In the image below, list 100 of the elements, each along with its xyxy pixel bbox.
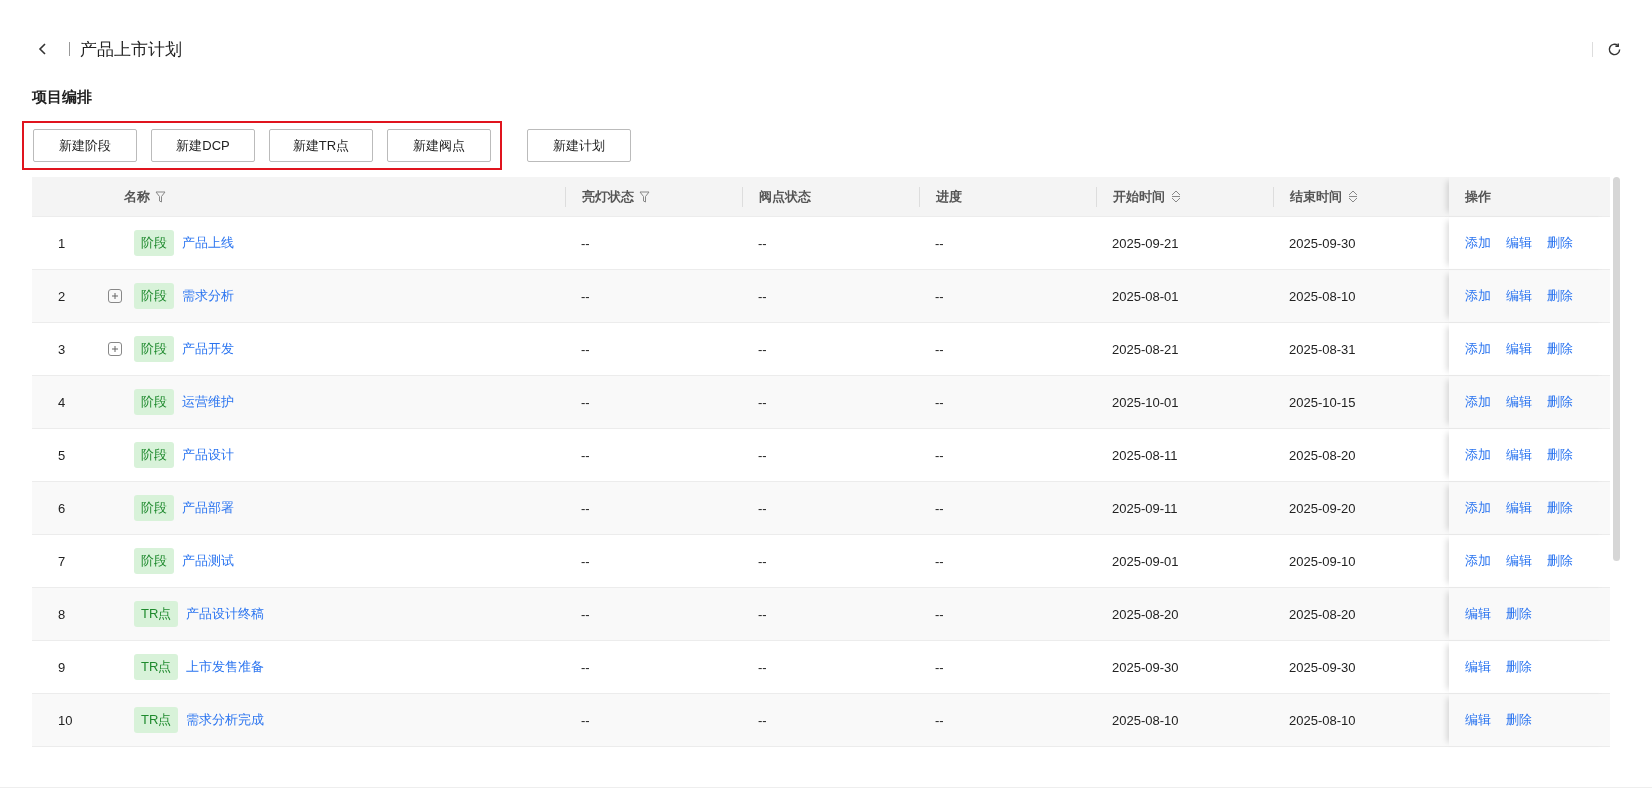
action-link[interactable]: 添加 [1465,393,1491,411]
type-tag: 阶段 [134,389,174,415]
create-button[interactable]: 新建TR点 [269,129,373,162]
action-link[interactable]: 添加 [1465,287,1491,305]
table-cell: -- [935,712,944,728]
table-cell: 2025-09-11 [1112,500,1178,516]
action-link[interactable]: 编辑 [1506,340,1532,358]
sort-icon[interactable] [1348,190,1358,203]
table-cell: -- [581,659,590,675]
item-link[interactable]: 需求分析 [182,287,234,305]
action-link[interactable]: 删除 [1547,552,1573,570]
item-link[interactable]: 产品开发 [182,340,234,358]
filter-icon[interactable] [639,190,650,203]
action-link[interactable]: 编辑 [1465,658,1491,676]
item-link[interactable]: 运营维护 [182,393,234,411]
table-cell: -- [935,341,944,357]
table-cell: -- [581,235,590,251]
action-link[interactable]: 编辑 [1465,605,1491,623]
create-button[interactable]: 新建计划 [527,129,631,162]
row-number: 5 [58,447,66,463]
action-link[interactable]: 删除 [1547,340,1573,358]
table-cell: 2025-10-01 [1112,394,1179,410]
item-link[interactable]: 产品上线 [182,234,234,252]
table-cell: 2025-08-01 [1112,288,1179,304]
action-link[interactable]: 删除 [1506,658,1532,676]
column-header: 操作 [1465,187,1491,206]
create-button[interactable]: 新建DCP [151,129,255,162]
action-link[interactable]: 添加 [1465,340,1491,358]
action-link[interactable]: 删除 [1547,234,1573,252]
action-link[interactable]: 编辑 [1506,234,1532,252]
scrollbar[interactable] [1613,177,1620,561]
column-header: 阀点状态 [759,187,811,206]
table-cell: 2025-08-20 [1289,447,1356,463]
table-cell: -- [758,394,767,410]
row-number: 6 [58,500,66,516]
table-cell: -- [935,500,944,516]
column-header: 结束时间 [1290,187,1342,206]
table-cell: -- [758,235,767,251]
table-cell: -- [935,659,944,675]
item-link[interactable]: 产品测试 [182,552,234,570]
table-cell: 2025-08-11 [1112,447,1178,463]
row-number: 7 [58,553,66,569]
table-cell: -- [758,553,767,569]
create-button[interactable]: 新建阀点 [387,129,491,162]
expand-icon[interactable] [108,342,122,356]
column-header: 名称 [124,187,150,206]
type-tag: 阶段 [134,230,174,256]
row-number: 9 [58,659,66,675]
table-cell: 2025-09-21 [1112,235,1179,251]
table-cell: -- [581,712,590,728]
expand-icon[interactable] [108,289,122,303]
action-link[interactable]: 添加 [1465,552,1491,570]
action-link[interactable]: 编辑 [1506,552,1532,570]
sort-icon[interactable] [1171,190,1181,203]
table-cell: 2025-08-10 [1289,712,1356,728]
action-link[interactable]: 删除 [1547,393,1573,411]
action-link[interactable]: 删除 [1506,605,1532,623]
table-cell: -- [935,288,944,304]
action-link[interactable]: 删除 [1506,711,1532,729]
action-link[interactable]: 删除 [1547,499,1573,517]
create-button[interactable]: 新建阶段 [33,129,137,162]
action-link[interactable]: 添加 [1465,499,1491,517]
action-link[interactable]: 添加 [1465,446,1491,464]
table-cell: -- [758,341,767,357]
table-cell: 2025-10-15 [1289,394,1356,410]
table-cell: 2025-08-10 [1289,288,1356,304]
action-link[interactable]: 编辑 [1506,446,1532,464]
table-cell: -- [935,394,944,410]
row-number: 4 [58,394,66,410]
item-link[interactable]: 产品部署 [182,499,234,517]
table-cell: 2025-09-30 [1112,659,1179,675]
row-number: 10 [58,712,73,728]
table-cell: -- [581,394,590,410]
action-link[interactable]: 编辑 [1506,287,1532,305]
item-link[interactable]: 需求分析完成 [186,711,265,729]
type-tag: 阶段 [134,548,174,574]
type-tag: TR点 [134,654,179,680]
action-link[interactable]: 编辑 [1506,393,1532,411]
action-link[interactable]: 添加 [1465,234,1491,252]
action-link[interactable]: 编辑 [1465,711,1491,729]
table-cell: 2025-08-31 [1289,341,1356,357]
table-cell: -- [581,341,590,357]
action-link[interactable]: 删除 [1547,446,1573,464]
action-link[interactable]: 删除 [1547,287,1573,305]
table-cell: -- [581,606,590,622]
item-link[interactable]: 上市发售准备 [186,658,265,676]
filter-icon[interactable] [155,190,166,203]
table-cell: -- [581,500,590,516]
item-link[interactable]: 产品设计终稿 [186,605,265,623]
table-cell: -- [935,606,944,622]
column-header: 开始时间 [1113,187,1165,206]
refresh-button[interactable] [1592,41,1622,57]
table-cell: 2025-08-10 [1112,712,1179,728]
table-cell: -- [581,553,590,569]
item-link[interactable]: 产品设计 [182,446,234,464]
table-cell: -- [581,447,590,463]
type-tag: TR点 [134,707,179,733]
action-link[interactable]: 编辑 [1506,499,1532,517]
column-header: 进度 [936,187,962,206]
page-title: 产品上市计划 [80,38,183,61]
